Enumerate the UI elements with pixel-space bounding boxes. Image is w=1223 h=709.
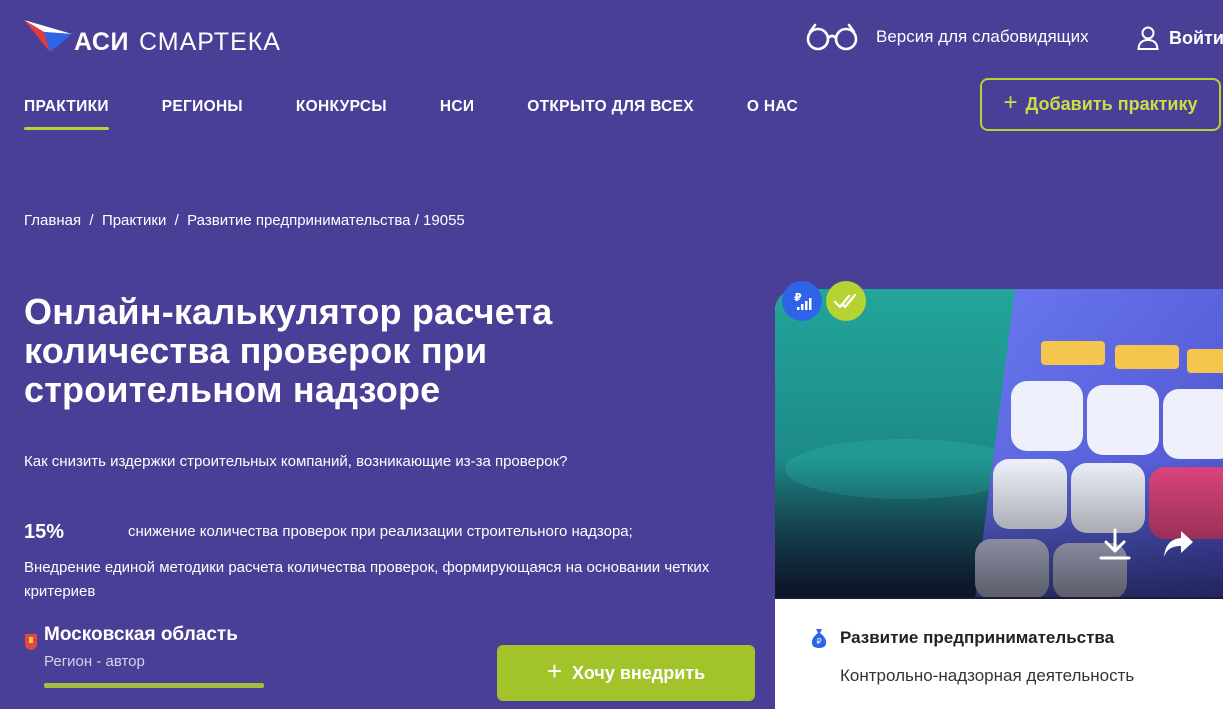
effect-value: 15%: [24, 521, 65, 543]
partial-link-cutoff: [44, 683, 264, 688]
accessibility-version-link[interactable]: Версия для слабовидящих: [806, 22, 1089, 52]
svg-text:₽: ₽: [816, 637, 821, 646]
user-icon: [1137, 26, 1159, 50]
ruble-chart-icon: ₽: [794, 291, 812, 310]
breadcrumb-separator: /: [81, 212, 102, 229]
logo-mark-icon: [24, 20, 72, 52]
practice-subtitle: Как снизить издержки строительных компан…: [24, 453, 568, 470]
accessibility-label: Версия для слабовидящих: [876, 27, 1089, 46]
card-category[interactable]: Развитие предпринимательства: [840, 628, 1114, 648]
breadcrumb-category[interactable]: Развитие предпринимательства: [187, 212, 410, 229]
plus-icon: +: [1003, 89, 1018, 116]
login-link[interactable]: Войти: [1137, 26, 1223, 50]
nav-item-contests[interactable]: КОНКУРСЫ: [296, 98, 387, 130]
region-role: Регион - автор: [44, 653, 145, 670]
region-name[interactable]: Московская область: [44, 624, 238, 646]
approved-badge: [826, 281, 866, 321]
page-title-line: количества проверок при: [24, 330, 488, 371]
breadcrumb-practices[interactable]: Практики: [102, 212, 166, 229]
breadcrumb-home[interactable]: Главная: [24, 212, 81, 229]
implement-button[interactable]: + Хочу внедрить: [497, 645, 755, 701]
logo-secondary-text: СМАРТЕКА: [138, 27, 281, 56]
glasses-icon: [806, 23, 858, 51]
svg-text:₽: ₽: [794, 291, 802, 304]
login-label: Войти: [1169, 27, 1223, 48]
nav-item-nsi[interactable]: НСИ: [440, 98, 474, 130]
page-title-line: строительном надзоре: [24, 369, 441, 410]
implement-label: Хочу внедрить: [572, 662, 706, 683]
effect-description: снижение количества проверок при реализа…: [128, 523, 633, 540]
money-bag-icon: ₽: [811, 629, 827, 648]
breadcrumb-separator: /: [166, 212, 188, 229]
page-title: Онлайн-калькулятор расчета количества пр…: [24, 292, 644, 409]
practice-image: [775, 289, 1223, 599]
ruble-chart-badge: ₽: [782, 281, 822, 321]
logo-primary-text: АСИ: [74, 27, 129, 56]
main-nav: ПРАКТИКИ РЕГИОНЫ КОНКУРСЫ НСИ ОТКРЫТО ДЛ…: [24, 98, 798, 130]
share-icon[interactable]: [1161, 529, 1195, 559]
add-practice-button[interactable]: + Добавить практику: [980, 78, 1221, 131]
card-subcategory[interactable]: Контрольно-надзорная деятельность: [840, 666, 1134, 686]
site-logo[interactable]: АСИ СМАРТЕКА: [22, 14, 281, 62]
nav-item-practices[interactable]: ПРАКТИКИ: [24, 98, 109, 130]
coat-of-arms-icon: [25, 634, 37, 650]
download-icon[interactable]: [1098, 527, 1132, 563]
nav-item-about[interactable]: О НАС: [747, 98, 798, 130]
breadcrumb-current: 19055: [423, 212, 465, 229]
plus-icon: +: [546, 656, 563, 686]
breadcrumb-separator: /: [410, 212, 424, 229]
double-check-icon: [833, 293, 857, 309]
breadcrumb: Главная / Практики / Развитие предприним…: [24, 212, 465, 229]
page-title-line: Онлайн-калькулятор расчета: [24, 291, 553, 332]
nav-item-regions[interactable]: РЕГИОНЫ: [162, 98, 243, 130]
practice-description: Внедрение единой методики расчета количе…: [24, 559, 710, 600]
add-practice-label: Добавить практику: [1025, 94, 1198, 114]
nav-item-open-for-all[interactable]: ОТКРЫТО ДЛЯ ВСЕХ: [527, 98, 694, 130]
